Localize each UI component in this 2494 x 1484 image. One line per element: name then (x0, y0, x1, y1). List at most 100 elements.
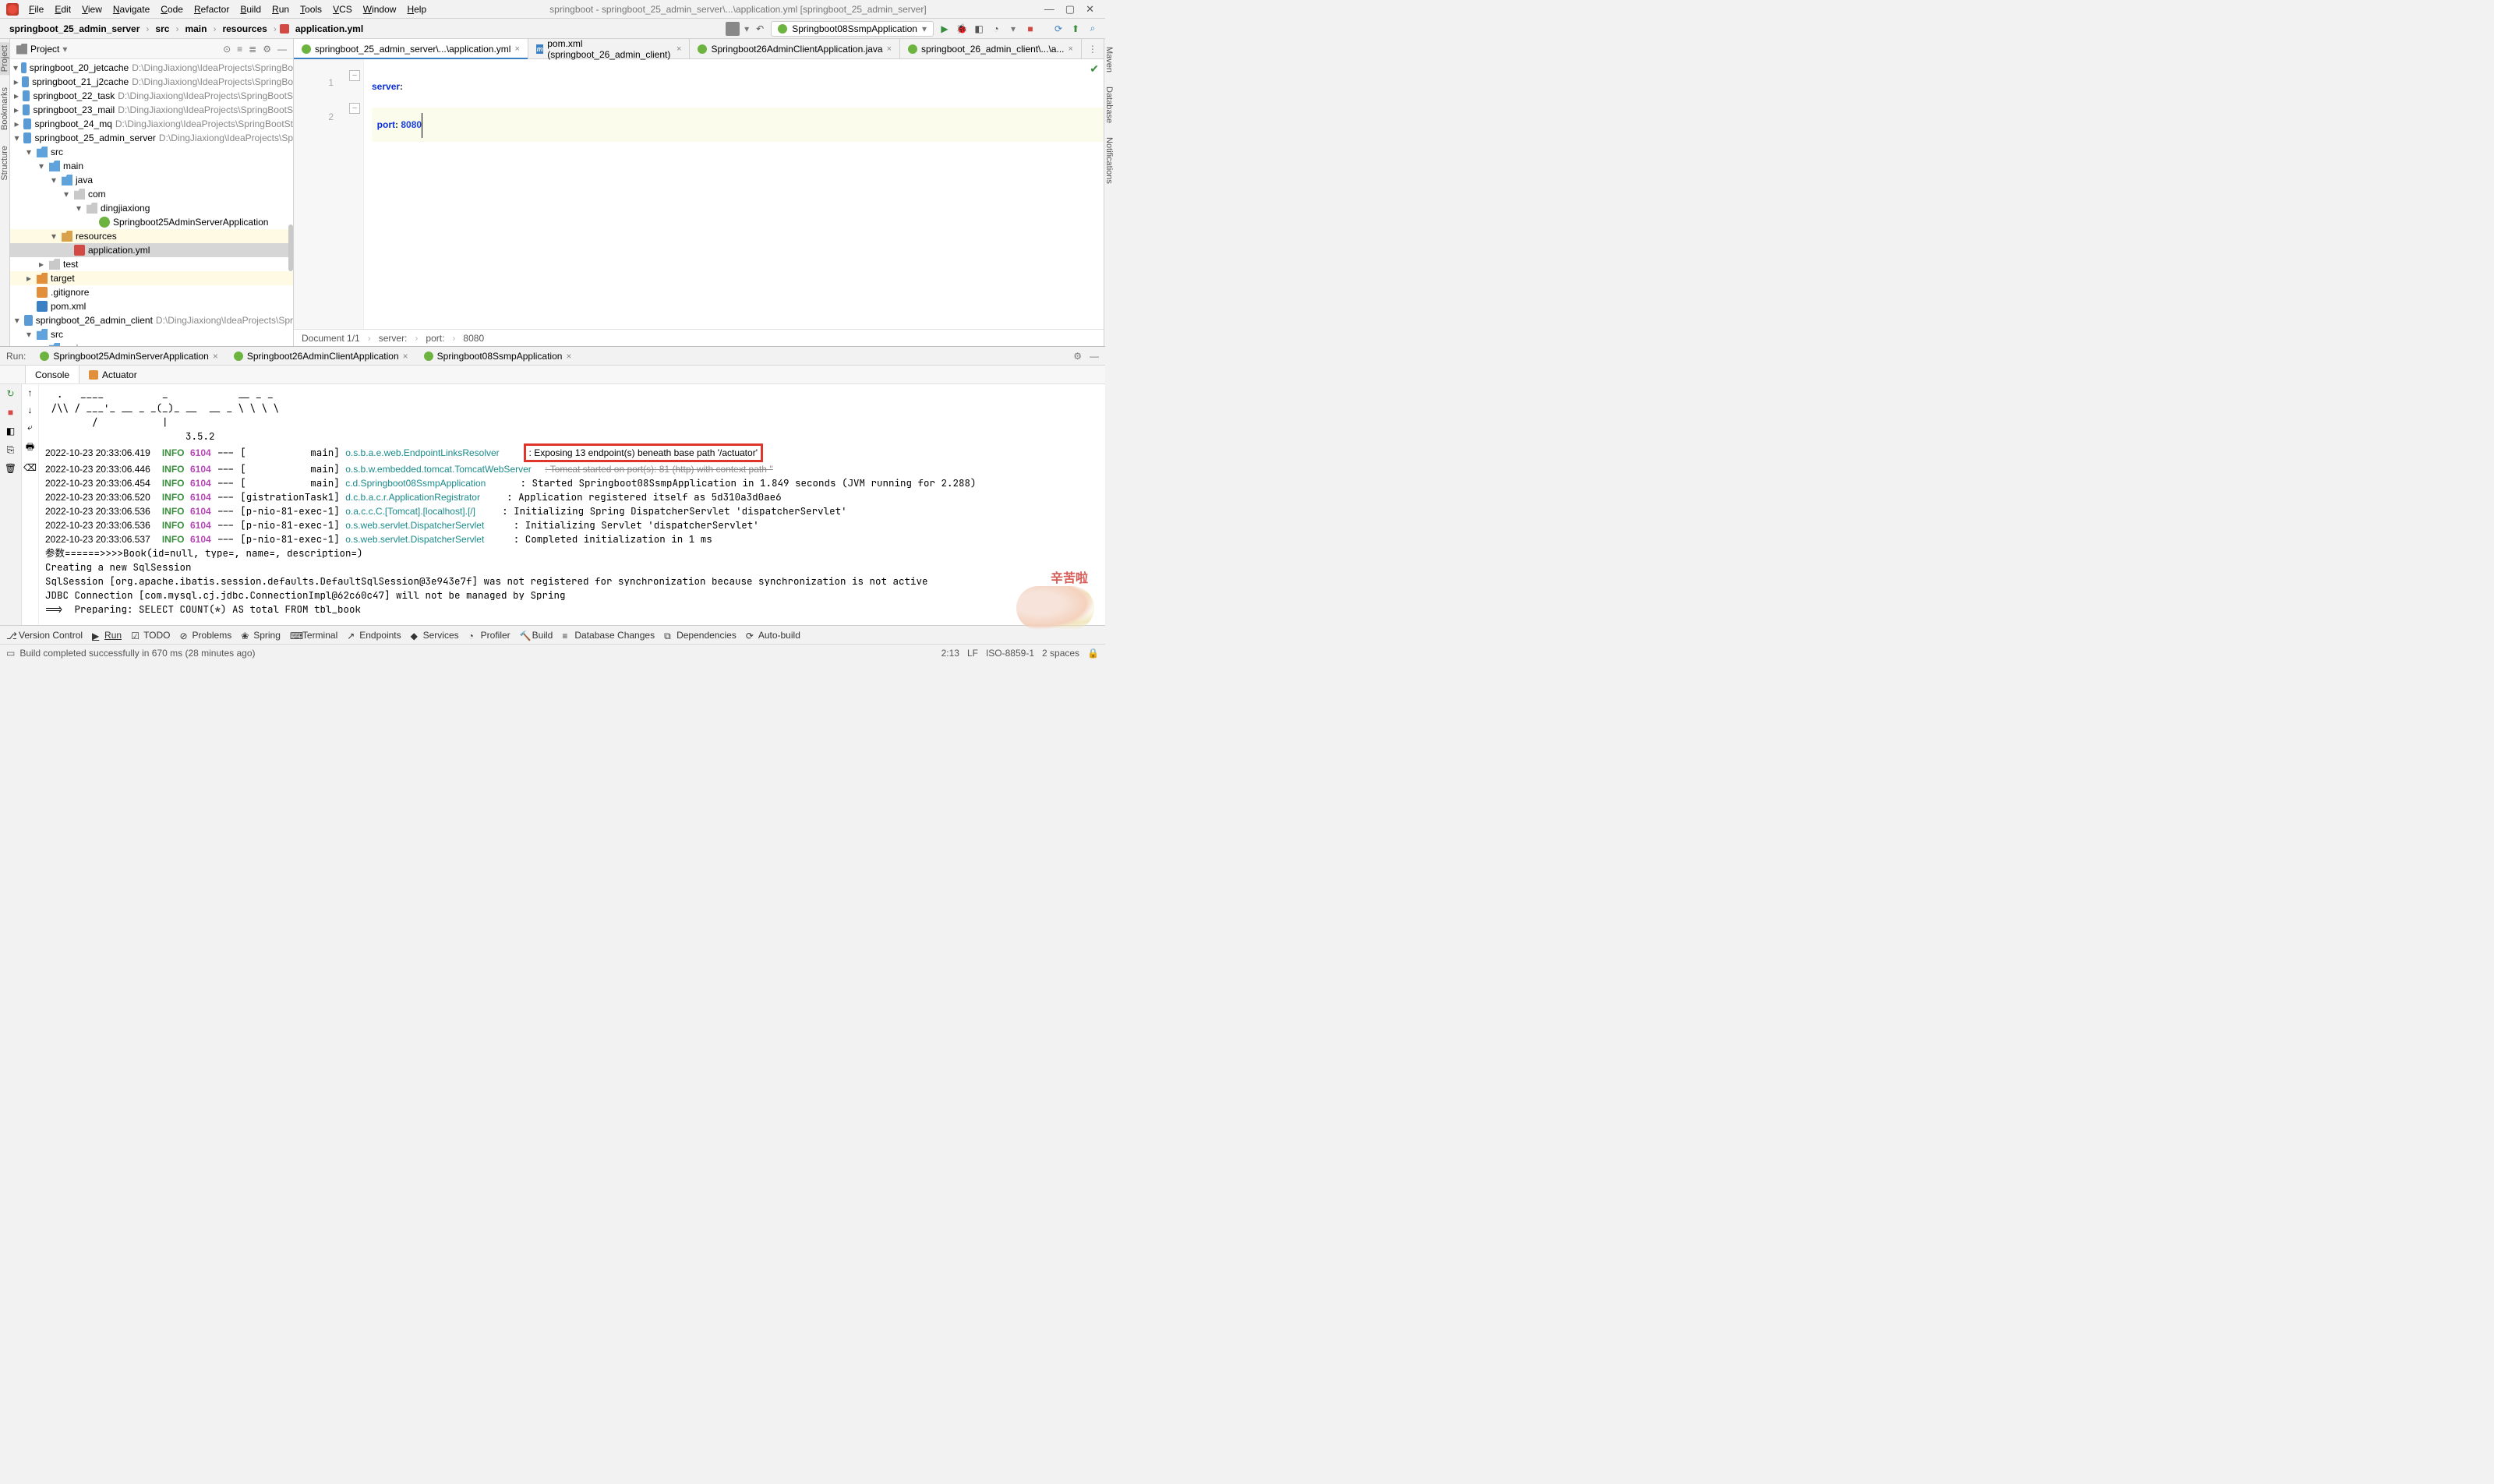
tree-row[interactable]: springboot_22_taskD:\DingJiaxiong\IdeaPr… (10, 89, 293, 103)
collapse-all-icon[interactable]: ≣ (249, 44, 256, 55)
tree-arrow[interactable] (49, 231, 58, 242)
tree-row[interactable]: dingjiaxiong (10, 201, 293, 215)
bottom-database-changes[interactable]: ≡Database Changes (562, 630, 655, 641)
vcs-update-icon[interactable]: ⟳ (1052, 23, 1065, 35)
wrap-icon[interactable]: ⤶ (27, 422, 33, 433)
tree-row[interactable]: springboot_24_mqD:\DingJiaxiong\IdeaProj… (10, 117, 293, 131)
menu-window[interactable]: Window (358, 2, 402, 17)
crumb[interactable]: src (152, 22, 172, 36)
tree-row[interactable]: main (10, 341, 293, 346)
menu-edit[interactable]: Edit (49, 2, 76, 17)
menu-tools[interactable]: Tools (295, 2, 327, 17)
crumb[interactable]: application.yml (292, 22, 366, 36)
editor-tab[interactable]: Springboot26AdminClientApplication.java× (690, 39, 900, 58)
crumb[interactable]: resources (219, 22, 270, 36)
trash-icon[interactable]: 🗑 (5, 462, 17, 475)
inspection-ok-icon[interactable]: ✔ (1090, 62, 1099, 76)
crumb[interactable]: main (182, 22, 210, 36)
crumb[interactable]: springboot_25_admin_server (6, 22, 143, 36)
project-tool-button[interactable]: Project (0, 42, 9, 75)
debug-button[interactable]: 🐞 (956, 23, 968, 35)
tree-row[interactable]: springboot_25_admin_serverD:\DingJiaxion… (10, 131, 293, 145)
tree-row[interactable]: java (10, 173, 293, 187)
tree-arrow[interactable] (37, 259, 46, 270)
close-tab-icon[interactable]: × (1068, 44, 1072, 54)
console-tab[interactable]: Console (25, 366, 79, 383)
hide-run-icon[interactable]: — (1090, 351, 1099, 362)
menu-refactor[interactable]: Refactor (189, 2, 235, 17)
tree-row[interactable]: springboot_26_admin_clientD:\DingJiaxion… (10, 313, 293, 327)
project-tree[interactable]: springboot_20_jetcacheD:\DingJiaxiong\Id… (10, 59, 293, 346)
bottom-build[interactable]: 🔨Build (520, 630, 553, 641)
editor-tab[interactable]: mpom.xml (springboot_26_admin_client)× (528, 39, 691, 58)
tree-arrow[interactable] (24, 273, 34, 284)
tree-arrow[interactable] (49, 175, 58, 186)
build-status-icon[interactable]: ▭ (6, 648, 15, 659)
tree-arrow[interactable] (74, 203, 83, 214)
bc-item[interactable]: server: (379, 333, 408, 344)
menu-build[interactable]: Build (235, 2, 267, 17)
pin-icon[interactable]: ⎘ (5, 443, 17, 456)
menu-help[interactable]: Help (401, 2, 432, 17)
rerun-icon[interactable]: ↻ (5, 387, 17, 400)
profile-button[interactable]: ◔ (990, 23, 1002, 35)
tree-arrow[interactable] (13, 76, 19, 87)
tree-arrow[interactable] (13, 118, 20, 129)
up-icon[interactable]: ↑ (28, 387, 33, 398)
stop-icon[interactable]: ■ (5, 406, 17, 419)
bottom-auto-build[interactable]: ⟳Auto-build (746, 630, 800, 641)
breadcrumb[interactable]: springboot_25_admin_server›src›main›reso… (6, 22, 726, 36)
menu-view[interactable]: View (76, 2, 108, 17)
expand-all-icon[interactable]: ≡ (237, 44, 242, 55)
coverage-button[interactable]: ◧ (973, 23, 985, 35)
bottom-run[interactable]: ▶Run (92, 630, 122, 641)
avatar-icon[interactable] (726, 22, 740, 36)
bottom-dependencies[interactable]: ⧉Dependencies (664, 630, 737, 641)
bottom-services[interactable]: ◆Services (411, 630, 459, 641)
run-config-tab[interactable]: Springboot26AdminClientApplication× (226, 348, 416, 364)
fold-icon[interactable]: – (349, 103, 360, 114)
bc-item[interactable]: 8080 (463, 333, 484, 344)
close-tab-icon[interactable]: × (887, 44, 892, 54)
close-button[interactable]: ✕ (1086, 3, 1094, 16)
close-icon[interactable]: × (566, 351, 571, 362)
tree-row[interactable]: test (10, 257, 293, 271)
clear-icon[interactable]: ⌫ (23, 462, 37, 473)
down-icon[interactable]: ↓ (28, 405, 33, 415)
tree-row[interactable]: .gitignore (10, 285, 293, 299)
dropdown-icon[interactable]: ▾ (744, 23, 749, 34)
chevron-down-icon[interactable]: ▾ (62, 44, 67, 55)
maven-tool-button[interactable]: Maven (1104, 44, 1114, 76)
tree-row[interactable]: Springboot25AdminServerApplication (10, 215, 293, 229)
encoding[interactable]: ISO-8859-1 (986, 648, 1034, 659)
run-config-tab[interactable]: Springboot25AdminServerApplication× (32, 348, 225, 364)
tree-row[interactable]: com (10, 187, 293, 201)
close-icon[interactable]: × (403, 351, 408, 362)
tree-row[interactable]: main (10, 159, 293, 173)
tree-row[interactable]: springboot_20_jetcacheD:\DingJiaxiong\Id… (10, 61, 293, 75)
minimize-button[interactable]: — (1044, 3, 1054, 16)
readonly-icon[interactable]: 🔒 (1087, 648, 1099, 659)
tree-arrow[interactable] (37, 161, 46, 171)
tree-arrow[interactable] (13, 315, 21, 326)
close-tab-icon[interactable]: × (676, 44, 681, 54)
run-settings-icon[interactable]: ⚙ (1073, 351, 1082, 362)
select-opened-icon[interactable]: ⊙ (223, 44, 231, 55)
project-title[interactable]: Project (30, 44, 59, 55)
cursor-position[interactable]: 2:13 (941, 648, 959, 659)
notifications-tool-button[interactable]: Notifications (1104, 134, 1114, 187)
editor-tab[interactable]: springboot_26_admin_client\...\a...× (900, 39, 1082, 58)
console-output[interactable]: . ____ _ __ _ _ /\\ / ___'_ __ _ _(_)_ _… (39, 384, 1105, 625)
close-icon[interactable]: × (213, 351, 218, 362)
tree-arrow[interactable] (13, 132, 20, 143)
tree-arrow[interactable] (13, 62, 18, 73)
tree-arrow[interactable] (24, 329, 34, 340)
tree-row[interactable]: springboot_23_mailD:\DingJiaxiong\IdeaPr… (10, 103, 293, 117)
menu-vcs[interactable]: VCS (327, 2, 358, 17)
structure-tool-button[interactable]: Structure (0, 143, 9, 184)
fold-icon[interactable]: – (349, 70, 360, 81)
menu-code[interactable]: Code (155, 2, 189, 17)
more-tabs-icon[interactable]: ⋮ (1088, 44, 1097, 55)
database-tool-button[interactable]: Database (1104, 83, 1114, 126)
print-icon[interactable]: 🖶 (26, 440, 34, 456)
